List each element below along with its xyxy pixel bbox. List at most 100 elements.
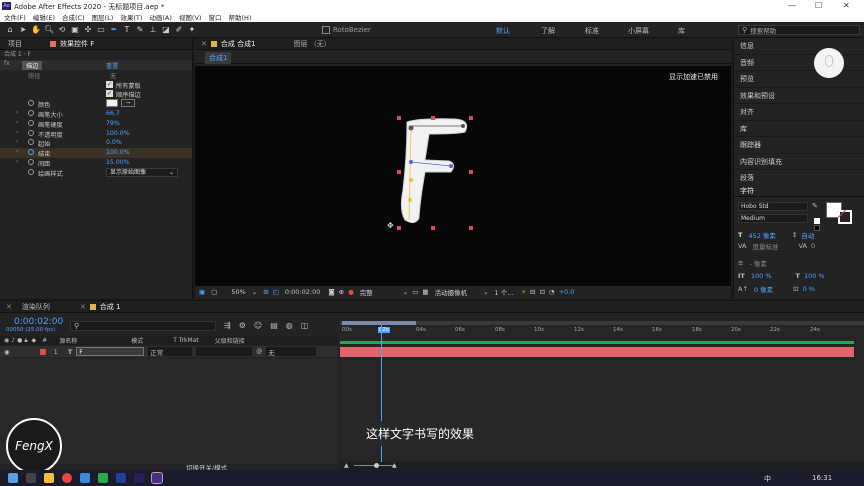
hand-tool-icon[interactable]: ✋ — [31, 25, 41, 35]
show-snapshot-icon[interactable]: ⊕ — [339, 288, 344, 296]
transparency-grid-icon[interactable]: ▦ — [422, 288, 428, 296]
spacing-value[interactable]: 15.00% — [106, 159, 130, 166]
horizontal-scale-value[interactable]: 100 % — [804, 272, 825, 280]
timeline-search-input[interactable]: ⚲ — [70, 321, 216, 331]
help-search-input[interactable]: ⚲ 搜索帮助 — [738, 25, 860, 35]
premiere-icon[interactable] — [134, 473, 144, 483]
zoom-slider-thumb[interactable] — [374, 463, 379, 468]
tab-render-queue[interactable]: 渲染队列 — [22, 302, 50, 312]
roi-icon[interactable]: ▭ — [412, 288, 418, 296]
region-icon[interactable]: ▢ — [211, 288, 217, 296]
layer-name[interactable]: F — [76, 347, 145, 356]
white-swatch[interactable] — [814, 218, 820, 224]
rectangle-tool-icon[interactable]: ▭ — [96, 25, 106, 35]
eyedropper-icon[interactable]: ✎ — [812, 202, 818, 210]
eye-icon[interactable]: ◉ — [4, 337, 9, 344]
close-tab-icon[interactable]: ✕ — [6, 303, 12, 311]
zoom-dropdown[interactable]: 50% — [231, 288, 245, 296]
eraser-tool-icon[interactable]: ◪ — [161, 25, 171, 35]
close-tab-icon[interactable]: ✕ — [80, 303, 86, 311]
menu-effect[interactable]: 效果(T) — [120, 12, 142, 22]
comp-viewer[interactable]: 显示加速已禁用 ✥ — [195, 66, 731, 286]
reset-link[interactable]: 重置 — [106, 61, 118, 70]
photoshop-icon[interactable] — [116, 473, 126, 483]
pick-whip-icon[interactable]: @ — [256, 348, 262, 355]
start-value[interactable]: 0.0% — [106, 139, 122, 146]
color-channel-icon[interactable]: ● — [348, 288, 354, 296]
panel-tracker[interactable]: 跟踪器 — [734, 137, 864, 154]
layer-viewer-label[interactable]: 图层 （无） — [294, 39, 331, 49]
stopwatch-active-icon[interactable] — [28, 149, 34, 156]
baseline-value[interactable]: 0 像素 — [754, 284, 773, 294]
reset-exposure-icon[interactable]: ◔ — [549, 288, 555, 296]
stopwatch-icon[interactable] — [28, 139, 34, 146]
workspace-small-screen[interactable]: 小屏幕 — [628, 26, 649, 36]
col-trkmat[interactable]: T TrkMat — [173, 337, 199, 344]
eye-icon[interactable]: ◉ — [4, 348, 10, 356]
workspace-default[interactable]: 默认 — [496, 26, 510, 36]
roto-brush-icon[interactable]: ✐ — [174, 25, 184, 35]
stopwatch-icon[interactable] — [28, 158, 34, 165]
menu-composition[interactable]: 合成(C) — [62, 12, 85, 22]
graph-editor-icon[interactable]: ◫ — [301, 321, 309, 330]
twirl-arrow-icon[interactable]: › — [16, 158, 18, 165]
layer-duration-bar[interactable] — [340, 347, 854, 357]
camera-dropdown[interactable]: 活动摄像机 — [435, 287, 468, 297]
vertical-scale-value[interactable]: 100 % — [751, 272, 772, 280]
opacity-value[interactable]: 100.0% — [106, 130, 130, 137]
brush-size-value[interactable]: 66.7 — [106, 110, 120, 117]
tray-clock[interactable]: 16:31 — [812, 474, 832, 482]
mask-visibility-icon[interactable]: ◰ — [273, 288, 279, 296]
tab-character[interactable]: 字符 — [734, 186, 864, 197]
maximize-button[interactable]: ☐ — [815, 1, 822, 10]
menu-help[interactable]: 帮助(H) — [228, 12, 251, 22]
clone-stamp-icon[interactable]: ⊥ — [148, 25, 158, 35]
leading-value[interactable]: 自动 — [801, 230, 814, 240]
edge-icon[interactable] — [80, 473, 90, 483]
puppet-pin-icon[interactable]: ✦ — [187, 25, 197, 35]
stopwatch-icon[interactable] — [28, 119, 34, 126]
col-source-name[interactable]: 源名称 — [59, 336, 77, 345]
panel-audio[interactable]: 音频 — [734, 55, 864, 71]
sequential-checkbox[interactable]: ✓ — [106, 90, 113, 98]
panel-content-aware-fill[interactable]: 内容识别填充 — [734, 154, 864, 170]
audio-icon[interactable]: ♪ — [11, 337, 15, 344]
stopwatch-icon[interactable] — [28, 109, 34, 116]
color-swatch[interactable] — [106, 99, 118, 108]
pen-tool-icon[interactable]: ✒ — [109, 25, 119, 35]
menu-file[interactable]: 文件(F) — [4, 12, 26, 22]
panel-info[interactable]: 信息 — [734, 38, 864, 55]
layer-mode-dropdown[interactable]: 正常 — [148, 347, 193, 357]
letter-f-graphic[interactable]: ✥ — [385, 110, 485, 230]
motion-blur-icon[interactable]: ◍ — [286, 321, 293, 330]
views-dropdown[interactable]: 1 个... — [495, 287, 514, 297]
type-tool-icon[interactable]: T — [122, 25, 132, 35]
stopwatch-icon[interactable] — [28, 100, 34, 107]
twirl-arrow-icon[interactable]: › — [16, 119, 18, 126]
panel-library[interactable]: 库 — [734, 121, 864, 137]
time-graph[interactable]: 00s 02s 04s 06s 08s 10s 12s 14s 16s 18s … — [340, 321, 864, 463]
app-icon[interactable] — [98, 473, 108, 483]
stroke-width-value[interactable]: - 像素 — [749, 258, 766, 268]
close-button[interactable]: ✕ — [843, 1, 850, 10]
minimize-button[interactable]: — — [788, 1, 796, 10]
zoom-in-icon[interactable]: ▲ — [392, 462, 397, 469]
selection-tool-icon[interactable]: ➤ — [18, 25, 28, 35]
panel-align[interactable]: 对齐 — [734, 104, 864, 121]
resolution-dropdown[interactable]: 完整 — [360, 287, 373, 297]
tab-comp1[interactable]: 合成 1 — [100, 302, 121, 312]
twirl-arrow-icon[interactable]: › — [16, 148, 18, 155]
panel-paragraph[interactable]: 段落 — [734, 170, 864, 187]
grid-icon[interactable]: ⊞ — [263, 288, 268, 296]
chrome-icon[interactable] — [62, 473, 72, 483]
col-mode[interactable]: 模式 — [131, 336, 143, 345]
menu-view[interactable]: 视图(V) — [179, 12, 202, 22]
workspace-learn[interactable]: 了解 — [541, 26, 555, 36]
always-preview-icon[interactable]: ▣ — [199, 288, 205, 296]
twirl-arrow-icon[interactable]: › — [16, 109, 18, 116]
subtab-comp1[interactable]: 合成1 — [205, 52, 232, 64]
rotobezier-checkbox[interactable] — [322, 26, 330, 34]
lock-icon[interactable]: 🔒︎ — [24, 337, 27, 345]
snapshot-icon[interactable]: ◙ — [328, 288, 334, 296]
frame-blending-icon[interactable]: ▤ — [270, 321, 278, 330]
